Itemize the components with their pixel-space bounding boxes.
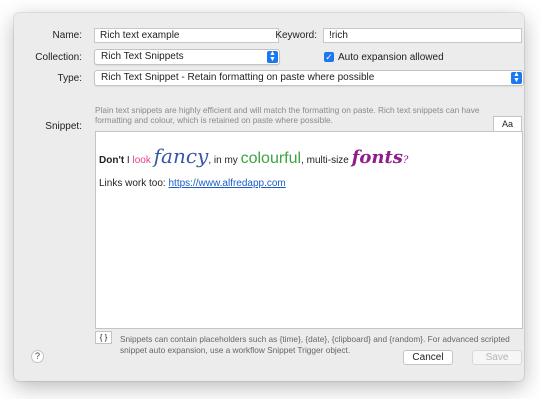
auto-expansion-label: Auto expansion allowed bbox=[338, 52, 444, 63]
snippet-type-help: Plain text snippets are highly efficient… bbox=[95, 105, 480, 125]
checkmark-icon: ✓ bbox=[325, 52, 333, 62]
word-fancy: fancy bbox=[153, 144, 209, 168]
word-look: look bbox=[132, 155, 151, 166]
word-i: I bbox=[124, 155, 133, 166]
word-question-mark: ? bbox=[402, 155, 409, 166]
up-down-chevron-icon: ▲ ▼ bbox=[511, 71, 522, 84]
name-field[interactable]: Rich text example bbox=[94, 28, 279, 43]
help-button[interactable]: ? bbox=[31, 350, 44, 363]
collection-label: Collection: bbox=[35, 52, 82, 63]
word-multi-size: , multi-size bbox=[301, 155, 352, 166]
placeholder-button[interactable]: { } bbox=[95, 331, 112, 344]
links-prefix: Links work too: bbox=[99, 178, 169, 189]
placeholder-help-text: Snippets can contain placeholders such a… bbox=[120, 334, 510, 355]
font-panel-button[interactable]: Aa bbox=[493, 116, 522, 131]
alfred-link[interactable]: https://www.alfredapp.com bbox=[168, 178, 285, 189]
word-in-my: , in my bbox=[208, 155, 241, 166]
save-button[interactable]: Save bbox=[472, 350, 522, 365]
keyword-label: Keyword: bbox=[275, 30, 317, 41]
word-colourful: colourful bbox=[240, 150, 302, 167]
collection-value: Rich Text Snippets bbox=[101, 51, 184, 62]
keyword-field[interactable]: !rich bbox=[323, 28, 522, 43]
name-label: Name: bbox=[52, 30, 82, 41]
word-fonts: fonts bbox=[351, 147, 403, 168]
auto-expansion-checkbox[interactable]: ✓ bbox=[324, 52, 334, 62]
cancel-button[interactable]: Cancel bbox=[403, 350, 453, 365]
word-dont: Don't bbox=[99, 155, 125, 166]
type-popup[interactable]: Rich Text Snippet - Retain formatting on… bbox=[94, 70, 524, 86]
collection-popup[interactable]: Rich Text Snippets ▲ ▼ bbox=[94, 49, 280, 65]
snippet-label: Snippet: bbox=[45, 121, 82, 132]
snippet-line-1: Don't I look fancy, in my colourful, mul… bbox=[99, 144, 408, 168]
snippet-line-2: Links work too: https://www.alfredapp.co… bbox=[99, 178, 286, 189]
question-icon: ? bbox=[34, 351, 40, 361]
type-value: Rich Text Snippet - Retain formatting on… bbox=[101, 72, 375, 83]
snippet-dialog: Name: Rich text example Keyword: !rich C… bbox=[14, 13, 524, 381]
type-label: Type: bbox=[57, 73, 82, 84]
up-down-chevron-icon: ▲ ▼ bbox=[267, 50, 278, 63]
snippet-editor[interactable]: Don't I look fancy, in my colourful, mul… bbox=[95, 131, 523, 329]
